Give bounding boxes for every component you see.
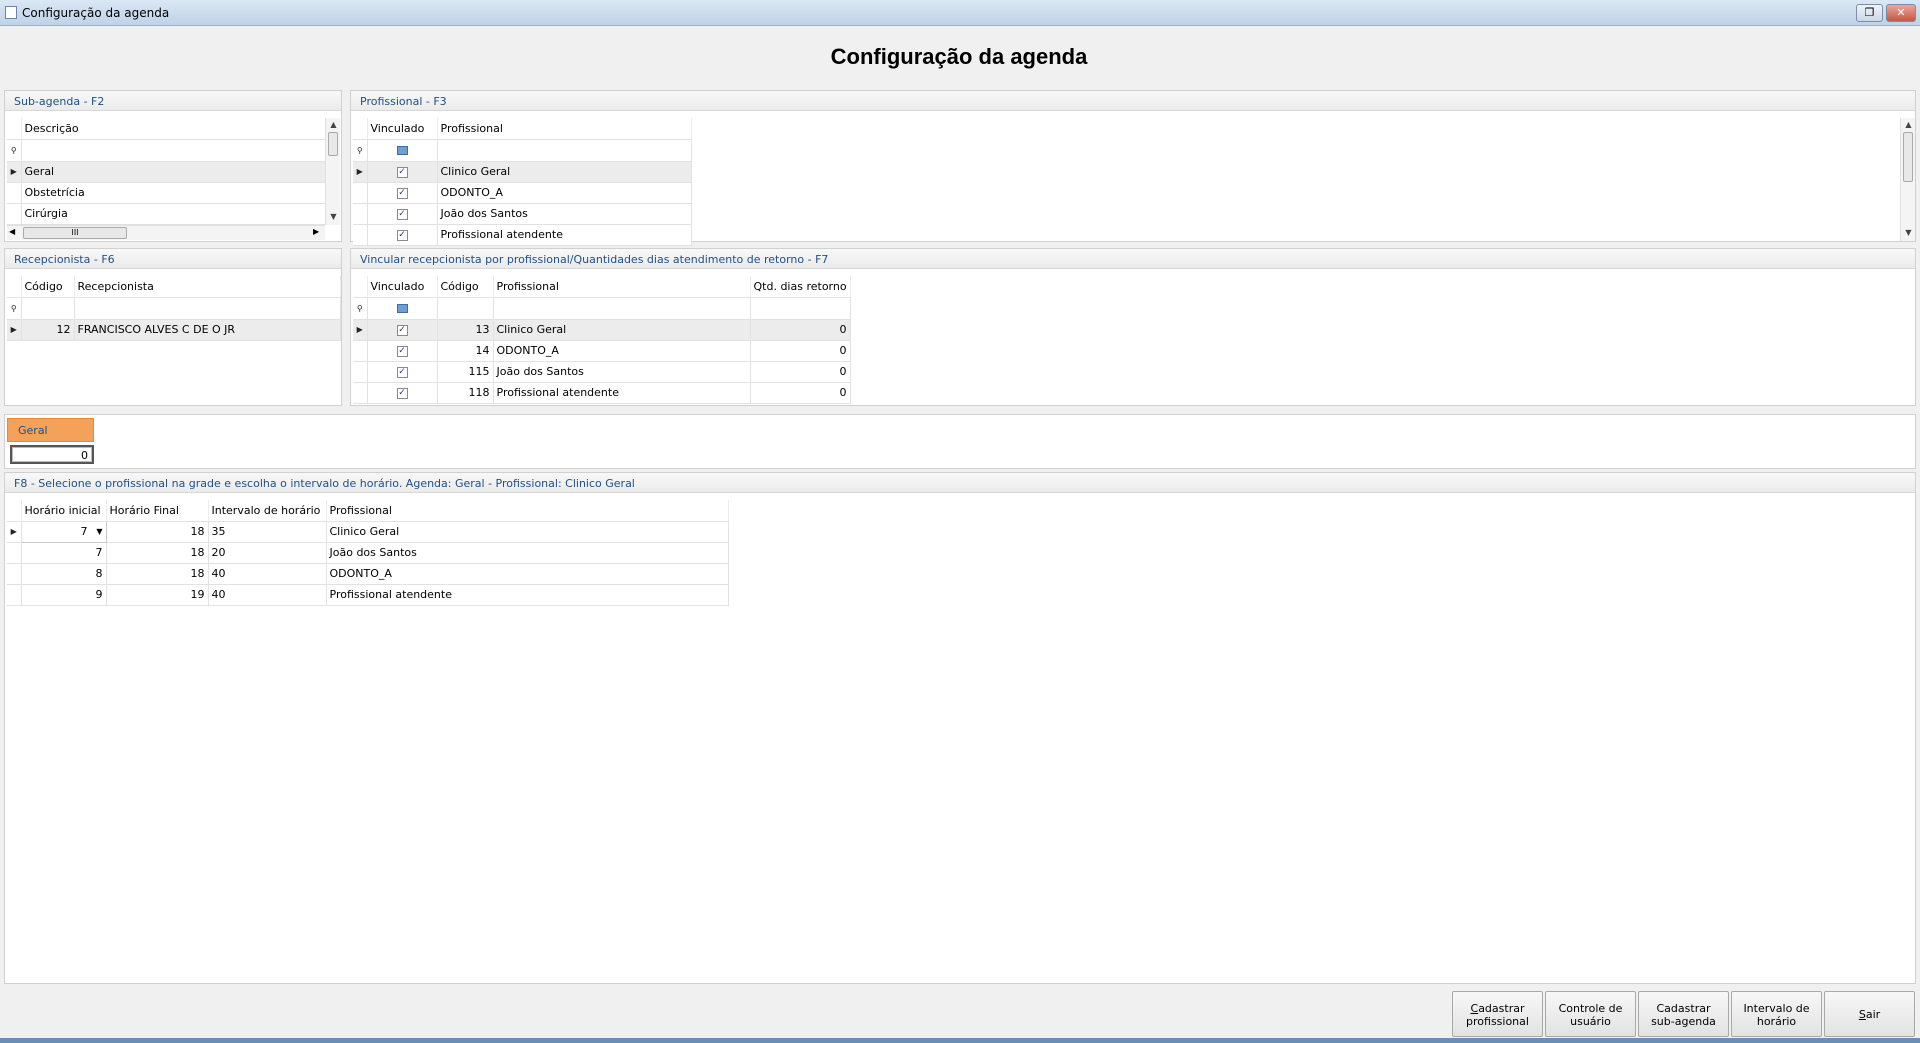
- hscroll-thumb[interactable]: III: [23, 227, 127, 239]
- table-row[interactable]: ✓ João dos Santos: [353, 203, 692, 225]
- horarios-panel: F8 - Selecione o profissional na grade e…: [4, 472, 1916, 984]
- vinculado-checkbox[interactable]: ✓: [396, 324, 408, 336]
- table-row[interactable]: Obstetrícia: [7, 182, 326, 204]
- col-profissional[interactable]: Profissional: [437, 118, 692, 140]
- filter-checkbox[interactable]: [396, 304, 408, 313]
- app-icon: [5, 6, 17, 19]
- recepcionista-grid[interactable]: Código Recepcionista ⚲ ▶ 12 FRANCISCO ALVES…: [7, 276, 341, 341]
- scroll-up-icon[interactable]: ▲: [326, 120, 341, 129]
- filter-icon[interactable]: ⚲: [7, 297, 22, 320]
- table-row[interactable]: 7 18 20 João dos Santos: [7, 542, 729, 564]
- close-button[interactable]: ✕: [1886, 4, 1916, 22]
- subagenda-panel: Sub-agenda - F2 Descrição ⚲ ▶ Geral Obste…: [4, 90, 342, 242]
- row-pointer-icon: ▶: [7, 319, 22, 341]
- subagenda-hscroll[interactable]: ◀ III ▶: [7, 225, 325, 240]
- table-row[interactable]: ✓ 118 Profissional atendente 0: [353, 382, 851, 404]
- table-row[interactable]: 8 18 40 ODONTO_A: [7, 563, 729, 585]
- table-row[interactable]: Cirúrgia: [7, 203, 326, 225]
- scroll-left-icon[interactable]: ◀: [9, 227, 15, 236]
- table-row[interactable]: ✓ 14 ODONTO_A 0: [353, 340, 851, 362]
- profissional-grid[interactable]: Vinculado Profissional ⚲ ▶ ✓ Clinico Geral …: [353, 118, 692, 246]
- subagenda-tab-strip: Geral 0: [4, 414, 1916, 469]
- horario-inicial-editor[interactable]: 7 ▼: [20, 520, 107, 543]
- filter-icon[interactable]: ⚲: [353, 297, 368, 320]
- page-title: Configuração da agenda: [830, 44, 1088, 69]
- row-pointer-icon: ▶: [7, 161, 22, 183]
- filter-icon[interactable]: ⚲: [7, 139, 22, 162]
- vinculado-checkbox[interactable]: ✓: [396, 345, 408, 357]
- horarios-grid[interactable]: Horário inicial Horário Final Intervalo de…: [7, 500, 729, 606]
- table-row[interactable]: ✓ 115 João dos Santos 0: [353, 361, 851, 383]
- filter-checkbox[interactable]: [396, 146, 408, 155]
- col-codigo[interactable]: Código: [437, 276, 494, 298]
- table-row[interactable]: ✓ Profissional atendente: [353, 224, 692, 246]
- col-intervalo[interactable]: Intervalo de horário: [208, 500, 327, 522]
- col-vinculado[interactable]: Vinculado: [367, 276, 438, 298]
- vinculado-checkbox[interactable]: ✓: [396, 229, 408, 241]
- cadastrar-subagenda-button[interactable]: Cadastrar sub-agenda: [1638, 991, 1729, 1037]
- window-title: Configuração da agenda: [22, 6, 170, 20]
- col-vinculado[interactable]: Vinculado: [367, 118, 438, 140]
- subagenda-vscroll[interactable]: ▲ ▼: [325, 118, 340, 225]
- vinculado-checkbox[interactable]: ✓: [396, 387, 408, 399]
- cadastrar-profissional-button[interactable]: Cadastrar profissional: [1452, 991, 1543, 1037]
- scroll-right-icon[interactable]: ▶: [313, 227, 319, 236]
- col-codigo[interactable]: Código: [21, 276, 75, 298]
- vinculado-checkbox[interactable]: ✓: [396, 208, 408, 220]
- col-profissional[interactable]: Profissional: [493, 276, 751, 298]
- chevron-down-icon[interactable]: ▼: [96, 527, 102, 536]
- tab-value-field[interactable]: 0: [10, 445, 94, 464]
- subagenda-grid[interactable]: Descrição ⚲ ▶ Geral Obstetrícia Cirúrgia: [7, 118, 326, 225]
- profissional-panel: Profissional - F3 Vinculado Profissional …: [350, 90, 1916, 246]
- window-title-bar: Configuração da agenda ❐ ✕: [0, 0, 1920, 26]
- col-horario-inicial[interactable]: Horário inicial: [21, 500, 107, 522]
- controle-usuario-button[interactable]: Controle de usuário: [1545, 991, 1636, 1037]
- table-row[interactable]: 9 19 40 Profissional atendente: [7, 584, 729, 606]
- filter-icon[interactable]: ⚲: [353, 139, 368, 162]
- vinculado-checkbox[interactable]: ✓: [396, 366, 408, 378]
- table-row[interactable]: ▶ 7 ▼ 18 35 Clinico Geral: [7, 520, 729, 543]
- col-profissional[interactable]: Profissional: [326, 500, 729, 522]
- row-pointer-icon: ▶: [353, 319, 368, 341]
- table-row[interactable]: ▶ 12 FRANCISCO ALVES C DE O JR: [7, 319, 341, 341]
- vincular-panel: Vincular recepcionista por profissional/…: [350, 248, 1916, 406]
- sair-button[interactable]: Sair: [1824, 991, 1915, 1037]
- taskbar-strip: [0, 1038, 1920, 1043]
- recepcionista-panel: Recepcionista - F6 Código Recepcionista ⚲…: [4, 248, 342, 406]
- scroll-up-icon[interactable]: ▲: [1901, 120, 1916, 129]
- profissional-title: Profissional - F3: [351, 91, 1915, 111]
- col-qtd-dias[interactable]: Qtd. dias retorno: [750, 276, 851, 298]
- vincular-title: Vincular recepcionista por profissional/…: [351, 249, 1915, 269]
- vinculado-checkbox[interactable]: ✓: [396, 187, 408, 199]
- row-pointer-icon: ▶: [7, 521, 22, 543]
- col-recepcionista[interactable]: Recepcionista: [74, 276, 341, 298]
- recepcionista-title: Recepcionista - F6: [5, 249, 341, 269]
- vincular-grid[interactable]: Vinculado Código Profissional Qtd. dias ret…: [353, 276, 851, 404]
- row-pointer-icon: ▶: [353, 161, 368, 183]
- filter-descricao[interactable]: [21, 139, 326, 162]
- vinculado-checkbox[interactable]: ✓: [396, 166, 408, 178]
- restore-button[interactable]: ❐: [1856, 4, 1883, 22]
- scroll-down-icon[interactable]: ▼: [326, 212, 341, 221]
- tab-geral[interactable]: Geral: [7, 418, 94, 442]
- table-row[interactable]: ▶ ✓ Clinico Geral: [353, 161, 692, 183]
- table-row[interactable]: ✓ ODONTO_A: [353, 182, 692, 204]
- table-row[interactable]: ▶ Geral: [7, 161, 326, 183]
- table-row[interactable]: ▶ ✓ 13 Clinico Geral 0: [353, 319, 851, 341]
- col-descricao[interactable]: Descrição: [21, 118, 326, 140]
- subagenda-title: Sub-agenda - F2: [5, 91, 341, 111]
- profissional-vscroll[interactable]: ▲ ▼: [1900, 118, 1915, 241]
- horarios-title: F8 - Selecione o profissional na grade e…: [5, 473, 1915, 493]
- intervalo-horario-button[interactable]: Intervalo de horário: [1731, 991, 1822, 1037]
- scroll-down-icon[interactable]: ▼: [1901, 228, 1916, 237]
- col-horario-final[interactable]: Horário Final: [106, 500, 209, 522]
